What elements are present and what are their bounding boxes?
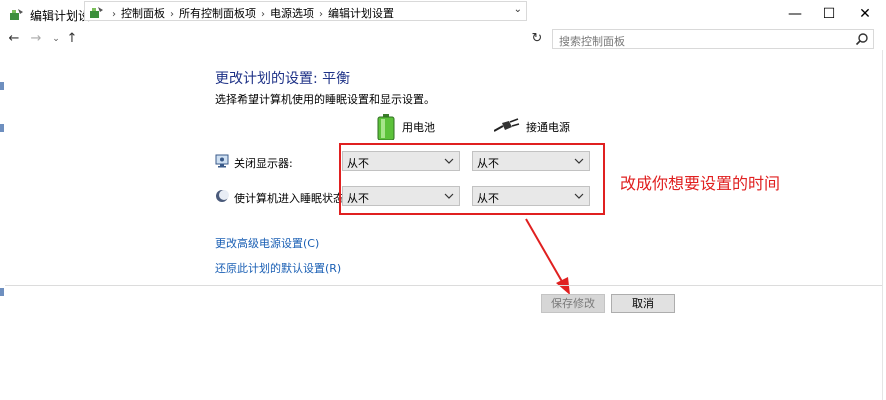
- search-placeholder: 搜索控制面板: [559, 35, 625, 48]
- control-panel-icon: [90, 7, 103, 18]
- search-icon: [855, 33, 868, 46]
- sleep-label: 使计算机进入睡眠状态:: [234, 192, 348, 205]
- breadcrumb-edit-plan[interactable]: 编辑计划设置: [328, 7, 394, 20]
- back-button[interactable]: ←: [6, 31, 22, 47]
- window-border: [882, 50, 886, 400]
- breadcrumb: › 控制面板 › 所有控制面板项 › 电源选项 › 编辑计划设置: [107, 5, 394, 21]
- moon-icon: [216, 190, 229, 202]
- column-battery-label: 用电池: [402, 121, 435, 134]
- cancel-button[interactable]: 取消: [611, 294, 675, 313]
- page-title: 更改计划的设置: 平衡: [215, 71, 351, 87]
- breadcrumb-separator-icon: ›: [261, 9, 265, 20]
- power-plug-icon: [494, 118, 520, 132]
- annotation-highlight-box: [339, 143, 605, 215]
- advanced-power-settings-link[interactable]: 更改高级电源设置(C): [215, 235, 319, 251]
- refresh-button[interactable]: ↻: [528, 29, 546, 49]
- breadcrumb-separator-icon: ›: [170, 9, 174, 20]
- page-subtitle: 选择希望计算机使用的睡眠设置和显示设置。: [215, 93, 435, 106]
- save-changes-button[interactable]: 保存修改: [541, 294, 605, 313]
- search-input[interactable]: 搜索控制面板: [552, 29, 874, 49]
- address-dropdown-icon[interactable]: ⌄: [514, 4, 522, 15]
- annotation-text: 改成你想要设置的时间: [620, 174, 781, 193]
- forward-button[interactable]: →: [28, 31, 44, 47]
- restore-defaults-link[interactable]: 还原此计划的默认设置(R): [215, 260, 341, 276]
- monitor-icon: [215, 154, 229, 168]
- background-window-edge: [0, 50, 5, 400]
- maximize-button[interactable]: ☐: [812, 0, 846, 28]
- breadcrumb-separator-icon: ›: [319, 9, 323, 20]
- column-plugged-in-label: 接通电源: [526, 121, 570, 134]
- close-button[interactable]: ✕: [848, 0, 882, 28]
- footer-divider: [5, 285, 882, 286]
- battery-icon: [377, 114, 395, 140]
- recent-locations-button[interactable]: ⌄: [48, 31, 64, 47]
- breadcrumb-power-options[interactable]: 电源选项: [270, 7, 314, 20]
- address-field[interactable]: › 控制面板 › 所有控制面板项 › 电源选项 › 编辑计划设置 ⌄: [84, 1, 527, 21]
- breadcrumb-all-items[interactable]: 所有控制面板项: [179, 7, 256, 20]
- turn-off-display-label: 关闭显示器:: [234, 157, 293, 170]
- minimize-button[interactable]: —: [778, 0, 812, 28]
- power-options-icon: [10, 9, 23, 20]
- breadcrumb-separator-icon: ›: [112, 9, 116, 20]
- up-button[interactable]: ↑: [64, 31, 80, 47]
- breadcrumb-control-panel[interactable]: 控制面板: [121, 7, 165, 20]
